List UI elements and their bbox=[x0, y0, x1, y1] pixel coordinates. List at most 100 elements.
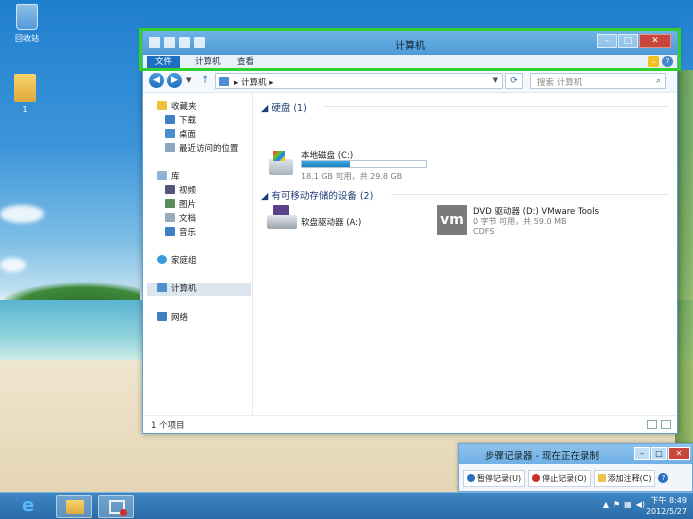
title-bar[interactable]: 计算机 – □ ✕ bbox=[143, 31, 677, 55]
divider bbox=[323, 106, 669, 107]
taskbar-steps-recorder[interactable] bbox=[98, 495, 134, 518]
document-icon bbox=[165, 213, 175, 222]
expand-ribbon-icon[interactable]: ⌄ bbox=[648, 56, 659, 67]
sidebar-item-libraries[interactable]: 库 bbox=[157, 171, 180, 184]
sidebar-item-label: 最近访问的位置 bbox=[179, 144, 239, 154]
show-hidden-icons-icon[interactable]: ▲ bbox=[603, 500, 609, 509]
sidebar-item-label: 家庭组 bbox=[171, 256, 197, 266]
details-view-icon[interactable] bbox=[647, 420, 657, 429]
sidebar-item-recent-places[interactable]: 最近访问的位置 bbox=[165, 143, 239, 156]
action-center-flag-icon[interactable]: ⚑ bbox=[613, 500, 620, 509]
add-comment-button[interactable]: 添加注释(C) bbox=[593, 469, 656, 487]
sidebar-item-label: 收藏夹 bbox=[171, 102, 197, 112]
recent-locations-dropdown[interactable]: ▼ bbox=[186, 76, 191, 84]
sidebar-item-computer[interactable]: 计算机 bbox=[147, 283, 251, 296]
sidebar-item-music[interactable]: 音乐 bbox=[165, 227, 196, 240]
sidebar-item-label: 图片 bbox=[179, 200, 197, 210]
internet-explorer-icon: e bbox=[22, 495, 35, 516]
sidebar-item-label: 桌面 bbox=[179, 130, 197, 140]
drive-free-space: 18.1 GB 可用，共 29.8 GB bbox=[301, 172, 403, 181]
breadcrumb[interactable]: ▸ 计算机 ▸ bbox=[234, 76, 273, 88]
large-icons-view-icon[interactable] bbox=[661, 420, 671, 429]
tab-computer[interactable]: 计算机 bbox=[187, 56, 229, 68]
button-label: 停止记录(O) bbox=[542, 473, 587, 483]
close-button[interactable]: ✕ bbox=[668, 447, 690, 460]
help-icon[interactable]: ? bbox=[658, 473, 669, 483]
sidebar-item-documents[interactable]: 文档 bbox=[165, 213, 196, 226]
video-icon bbox=[165, 185, 175, 194]
steps-recorder-window: 步骤记录器 - 现在正在录制 – □ ✕ 暂停记录(U) 停止记录(O) 添加注… bbox=[458, 443, 693, 492]
clock-date: 2012/5/27 bbox=[645, 507, 687, 516]
explorer-window: 计算机 – □ ✕ 文件 计算机 查看 ⌄ ? ◀ ▶ ▼ ↑ ▸ 计算机 ▸ … bbox=[142, 30, 678, 434]
vmware-icon: vm bbox=[437, 205, 467, 235]
stop-record-button[interactable]: 停止记录(O) bbox=[528, 469, 591, 487]
file-explorer-icon bbox=[66, 500, 84, 514]
homegroup-icon bbox=[157, 255, 167, 264]
recorder-title: 步骤记录器 - 现在正在录制 bbox=[485, 451, 599, 462]
pause-record-button[interactable]: 暂停记录(U) bbox=[463, 469, 526, 487]
sidebar-item-desktop[interactable]: 桌面 bbox=[165, 129, 196, 142]
search-placeholder: 搜索 计算机 bbox=[537, 78, 583, 88]
group-header-hard-disks[interactable]: ◢ 硬盘 (1) bbox=[261, 100, 307, 114]
pause-icon bbox=[467, 473, 475, 482]
maximize-button[interactable]: □ bbox=[651, 447, 667, 460]
minimize-button[interactable]: – bbox=[634, 447, 650, 460]
breadcrumb-computer[interactable]: 计算机 bbox=[241, 78, 267, 88]
close-button[interactable]: ✕ bbox=[639, 34, 671, 48]
taskbar-internet-explorer[interactable]: e bbox=[14, 495, 50, 518]
sidebar-item-label: 网络 bbox=[171, 313, 189, 323]
volume-icon[interactable]: ◀) bbox=[636, 500, 645, 509]
refresh-button[interactable]: ⟳ bbox=[505, 73, 523, 89]
drive-name: 软盘驱动器 (A:) bbox=[301, 218, 362, 228]
cloud bbox=[0, 205, 44, 223]
network-icon[interactable]: ▦ bbox=[624, 500, 632, 509]
chevron-down-icon[interactable]: ▼ bbox=[493, 76, 498, 84]
up-button[interactable]: ↑ bbox=[201, 75, 209, 86]
chevron-down-icon: ◢ bbox=[261, 103, 272, 114]
breadcrumb-separator: ▸ bbox=[269, 78, 274, 88]
floppy-drive-icon bbox=[267, 205, 297, 231]
capacity-bar-fill bbox=[302, 161, 351, 167]
help-icon[interactable]: ? bbox=[662, 56, 673, 67]
desktop-icon-recycle-bin[interactable]: 回收站 bbox=[2, 4, 52, 44]
computer-icon bbox=[157, 283, 167, 292]
desktop-icon-label: 1 bbox=[22, 105, 28, 114]
sidebar-item-label: 音乐 bbox=[179, 228, 197, 238]
recycle-bin-icon bbox=[16, 4, 38, 30]
clock-time: 下午 8:49 bbox=[650, 496, 687, 505]
steps-recorder-icon bbox=[109, 500, 127, 516]
chevron-down-icon: ◢ bbox=[261, 191, 272, 202]
sidebar-item-network[interactable]: 网络 bbox=[157, 312, 188, 325]
sidebar-item-favorites[interactable]: 收藏夹 bbox=[157, 101, 197, 114]
star-icon bbox=[157, 101, 167, 110]
back-button[interactable]: ◀ bbox=[149, 73, 164, 88]
desktop-icon-folder[interactable]: 1 bbox=[0, 74, 50, 114]
sidebar-item-homegroup[interactable]: 家庭组 bbox=[157, 255, 197, 268]
sidebar-item-label: 库 bbox=[171, 172, 180, 182]
sidebar-item-videos[interactable]: 视频 bbox=[165, 185, 196, 198]
maximize-button[interactable]: □ bbox=[618, 34, 638, 48]
sidebar-item-pictures[interactable]: 图片 bbox=[165, 199, 196, 212]
sidebar-item-downloads[interactable]: 下载 bbox=[165, 115, 196, 128]
minimize-button[interactable]: – bbox=[597, 34, 617, 48]
status-bar: 1 个项目 bbox=[143, 415, 677, 433]
view-switcher bbox=[647, 420, 671, 429]
taskbar: e ▲ ⚑ ▦ ◀) 下午 8:49 2012/5/27 bbox=[0, 492, 693, 519]
button-label: 暂停记录(U) bbox=[477, 473, 522, 483]
clock[interactable]: 下午 8:49 2012/5/27 bbox=[646, 495, 687, 517]
breadcrumb-separator: ▸ bbox=[234, 78, 239, 88]
group-header-removable[interactable]: ◢ 有可移动存储的设备 (2) bbox=[261, 188, 373, 202]
tab-file[interactable]: 文件 bbox=[147, 56, 181, 68]
taskbar-file-explorer[interactable] bbox=[56, 495, 92, 518]
system-tray: ▲ ⚑ ▦ ◀) bbox=[603, 500, 645, 509]
search-input[interactable]: 搜索 计算机 ⌕ bbox=[530, 73, 666, 89]
forward-button[interactable]: ▶ bbox=[167, 73, 182, 88]
computer-icon bbox=[219, 77, 229, 86]
network-icon bbox=[157, 312, 167, 321]
cloud bbox=[0, 258, 26, 272]
hard-drive-icon bbox=[269, 151, 293, 175]
tab-view[interactable]: 查看 bbox=[229, 56, 262, 68]
navigation-bar: ◀ ▶ ▼ ↑ ▸ 计算机 ▸ ▼ ⟳ 搜索 计算机 ⌕ bbox=[143, 69, 677, 93]
recorder-title-bar[interactable]: 步骤记录器 - 现在正在录制 – □ ✕ bbox=[459, 444, 692, 464]
address-field[interactable]: ▸ 计算机 ▸ ▼ bbox=[215, 73, 503, 89]
